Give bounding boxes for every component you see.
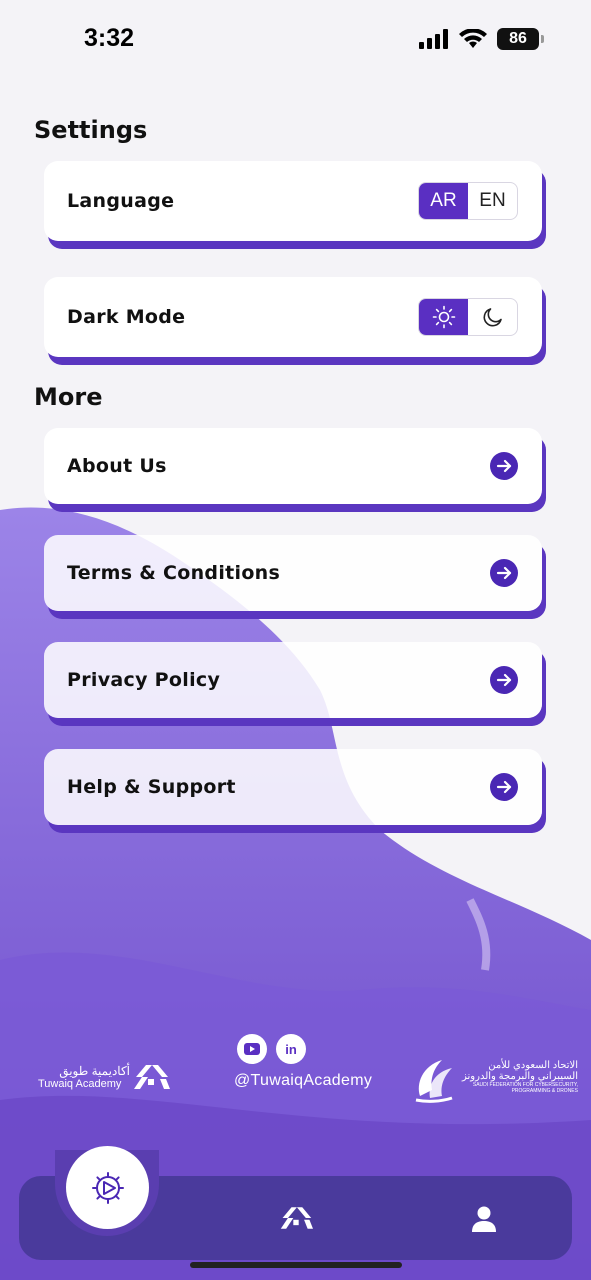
battery-icon: 86 (497, 28, 544, 50)
youtube-icon[interactable] (237, 1034, 267, 1064)
wifi-icon (459, 29, 487, 48)
settings-title: Settings (34, 116, 148, 144)
federation-arabic-line1: الاتحاد السعودي للأمن (488, 1060, 578, 1071)
tuwaiq-logo-icon (280, 1207, 313, 1229)
federation-emblem-icon (415, 1060, 453, 1103)
privacy-policy-item[interactable]: Privacy Policy (44, 642, 542, 718)
language-label: Language (67, 190, 175, 212)
language-ar-button[interactable]: AR (419, 183, 468, 219)
tuwaiq-english-text: Tuwaiq Academy (38, 1078, 122, 1090)
theme-toggle (418, 298, 518, 336)
home-indicator (190, 1262, 402, 1268)
terms-label: Terms & Conditions (67, 562, 281, 584)
light-mode-button[interactable] (419, 299, 468, 335)
federation-arabic-line2: السيبراني والبرمجة والدرونز (462, 1071, 578, 1082)
arrow-right-icon (490, 773, 518, 801)
language-toggle: AR EN (418, 182, 518, 220)
status-bar: 3:32 86 (0, 0, 591, 80)
moon-icon (483, 308, 502, 327)
about-us-item[interactable]: About Us (44, 428, 542, 504)
federation-english-line2: PROGRAMMING & DRONES (511, 1088, 578, 1094)
dark-mode-label: Dark Mode (67, 306, 186, 328)
footer-logos: أكاديمية طويق Tuwaiq Academy in @TuwaiqA… (0, 1030, 591, 1110)
privacy-policy-label: Privacy Policy (67, 669, 221, 691)
dark-mode-card: Dark Mode (44, 277, 542, 357)
arrow-right-icon (490, 559, 518, 587)
dark-mode-button[interactable] (468, 299, 517, 335)
arrow-right-icon (490, 666, 518, 694)
gear-icon (91, 1171, 124, 1204)
arrow-right-icon (490, 452, 518, 480)
tab-home[interactable] (278, 1203, 314, 1233)
tuwaiq-logo-icon (134, 1065, 170, 1089)
tuwaiq-arabic-text: أكاديمية طويق (59, 1064, 130, 1078)
tab-settings[interactable] (66, 1146, 149, 1229)
status-time: 3:32 (84, 24, 135, 52)
language-en-button[interactable]: EN (468, 183, 517, 219)
signal-icon (419, 29, 448, 49)
sun-icon (432, 305, 455, 329)
help-support-label: Help & Support (67, 776, 236, 798)
help-support-item[interactable]: Help & Support (44, 749, 542, 825)
language-card: Language AR EN (44, 161, 542, 241)
more-title: More (34, 383, 103, 411)
linkedin-icon[interactable]: in (276, 1034, 306, 1064)
about-us-label: About Us (67, 455, 167, 477)
social-handle[interactable]: @TuwaiqAcademy (234, 1072, 372, 1090)
status-icons: 86 (419, 28, 544, 50)
tab-profile[interactable] (469, 1204, 499, 1234)
terms-item[interactable]: Terms & Conditions (44, 535, 542, 611)
person-icon (472, 1206, 496, 1232)
